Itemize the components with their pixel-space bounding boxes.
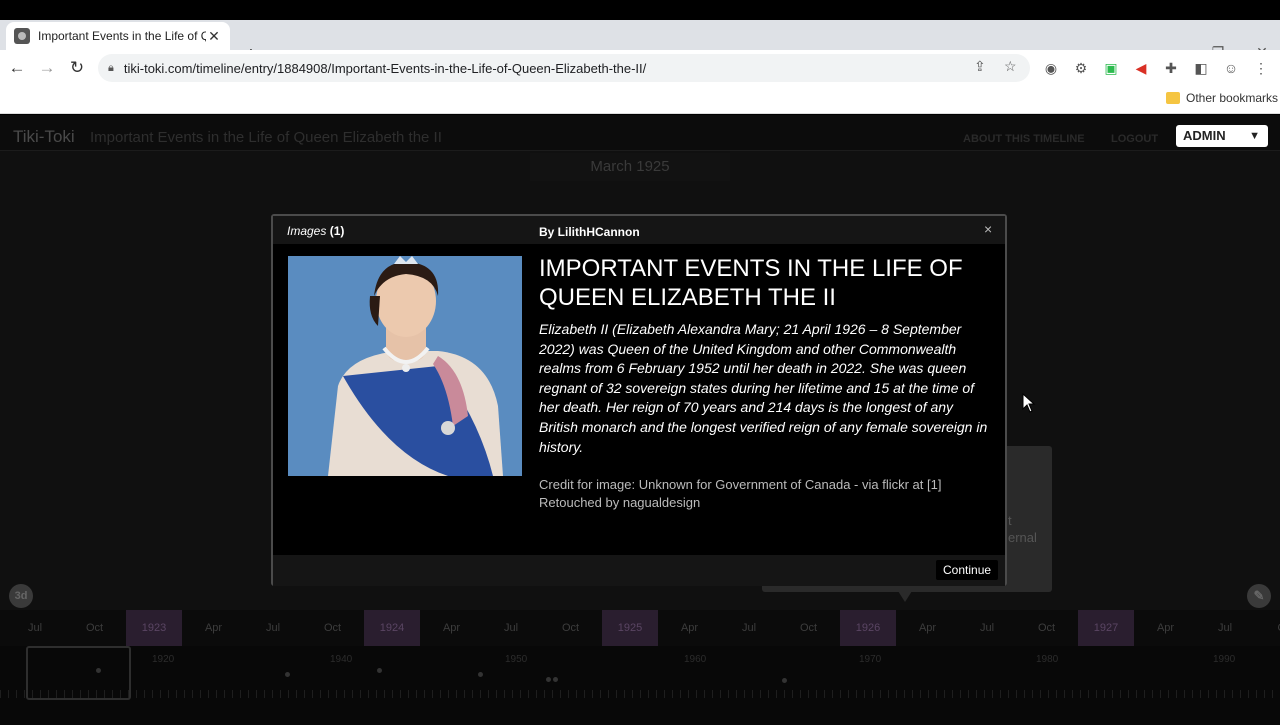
timeline-year-tick[interactable]: 1923 (126, 610, 182, 646)
images-count: (1) (329, 224, 345, 238)
site-header: Tiki-Toki Important Events in the Life o… (0, 115, 1280, 151)
timeline-month-tick[interactable]: Apr (186, 610, 242, 646)
minimap-event-dot (96, 668, 101, 673)
queen-portrait-image[interactable] (288, 256, 522, 476)
other-bookmarks[interactable]: Other bookmarks (1186, 91, 1278, 105)
continue-button[interactable]: Continue (936, 560, 999, 580)
timeline-scale[interactable]: Jul Oct 1923 Apr Jul Oct 1924 Apr Jul Oct 1925 Apr J… (0, 610, 1280, 646)
timeline-month-tick[interactable]: Jul (7, 610, 63, 646)
timeline-month-tick[interactable]: Jul (483, 610, 539, 646)
minimap-year-label: 1980 (1036, 654, 1059, 665)
timeline-year-tick[interactable]: 1927 (1078, 610, 1134, 646)
credit-line: Credit for image: Unknown for Government… (539, 477, 942, 492)
timeline-month-tick[interactable]: Oct (781, 610, 837, 646)
timeline-month-tick[interactable]: Apr (900, 610, 956, 646)
timeline-year-tick[interactable]: 1926 (840, 610, 896, 646)
bookmarks-bar: Other bookmarks (0, 86, 1280, 114)
tab-bar: Important Events in the Life of Q ✕ + ⌄ … (0, 20, 1280, 66)
forward-button[interactable]: → (35, 56, 59, 80)
reload-button[interactable]: ↻ (65, 56, 89, 80)
minimap-year-label: 1990 (1213, 654, 1236, 665)
browser-tab[interactable]: Important Events in the Life of Q ✕ (6, 22, 230, 50)
url-text: tiki-toki.com/timeline/entry/1884908/Imp… (123, 60, 647, 76)
background-card-line: t (1008, 513, 1012, 528)
minimap-event-dot (553, 677, 558, 682)
timeline-month-tick[interactable]: Oct (67, 610, 123, 646)
entry-description: Elizabeth II (Elizabeth Alexandra Mary; … (539, 321, 988, 455)
entry-title: IMPORTANT EVENTS IN THE LIFE OF QUEEN EL… (539, 255, 963, 311)
puzzle-icon[interactable]: ✚ (1161, 58, 1181, 78)
timeline-month-tick[interactable]: Oct (305, 610, 361, 646)
image-credit: Credit for image: Unknown for Government… (539, 476, 989, 511)
entry-modal: Images (1) By LilithHCannon × IMPORTANT … (271, 214, 1007, 586)
minimap-event-dot (377, 668, 382, 673)
background-card-text: t ernal (1008, 512, 1037, 546)
brand-logo[interactable]: Tiki-Toki (13, 127, 75, 147)
top-strip (0, 0, 1280, 20)
share-icon[interactable]: ⇪ (974, 58, 986, 75)
minimap-year-label: 1950 (505, 654, 528, 665)
profile-avatar[interactable]: ☺ (1221, 58, 1241, 78)
extension-icon-3[interactable]: ▣ (1101, 58, 1121, 78)
timeline-month-tick[interactable]: Oct (1019, 610, 1075, 646)
images-tab[interactable]: Images (1) (287, 224, 344, 238)
minimap-event-dot (782, 678, 787, 683)
view-3d-toggle[interactable]: 3d (9, 584, 33, 608)
extension-icon-4[interactable]: ◀ (1131, 58, 1151, 78)
address-bar[interactable]: 🔒︎ tiki-toki.com/timeline/entry/1884908/… (98, 54, 1030, 82)
timeline-month-tick[interactable]: Jul (245, 610, 301, 646)
back-button[interactable]: ← (5, 56, 29, 80)
settings-wrench-icon[interactable]: ✎ (1247, 584, 1271, 608)
timeline-month-tick[interactable]: Oct (543, 610, 599, 646)
images-label: Images (287, 224, 327, 238)
author-byline: By LilithHCannon (539, 225, 640, 239)
minimap-event-dot (546, 677, 551, 682)
current-month-label: March 1925 (530, 153, 730, 181)
menu-icon[interactable]: ⋮ (1251, 58, 1271, 78)
about-link[interactable]: ABOUT THIS TIMELINE (963, 133, 1085, 145)
minimap-year-label: 1960 (684, 654, 707, 665)
timeline-month-tick[interactable]: Jul (959, 610, 1015, 646)
timeline-month-tick[interactable]: Jul (1197, 610, 1253, 646)
minimap-ticks (0, 690, 1280, 698)
tab-close-icon[interactable]: ✕ (206, 28, 222, 45)
lock-icon: 🔒︎ (108, 61, 114, 74)
tab-title: Important Events in the Life of Q (38, 29, 206, 43)
browser-toolbar: ← → ↻ 🔒︎ tiki-toki.com/timeline/entry/18… (0, 50, 1280, 86)
minimap-event-dot (285, 672, 290, 677)
folder-icon (1166, 92, 1180, 104)
retouch-line: Retouched by nagualdesign (539, 494, 701, 510)
chevron-down-icon: ▼ (1249, 130, 1260, 142)
extension-icon-2[interactable]: ⚙ (1071, 58, 1091, 78)
bookmark-star-icon[interactable]: ☆ (1004, 58, 1017, 75)
timeline-title: Important Events in the Life of Queen El… (90, 129, 442, 146)
timeline-year-tick[interactable]: 1924 (364, 610, 420, 646)
minimap-year-label: 1940 (330, 654, 353, 665)
timeline-month-tick[interactable]: Apr (424, 610, 480, 646)
modal-footer: Continue (273, 555, 1005, 586)
favicon-icon (14, 28, 30, 44)
timeline-minimap[interactable]: 1920 1940 1950 1960 1970 1980 1990 (0, 646, 1280, 725)
card-pointer (898, 591, 912, 602)
timeline-year-tick[interactable]: 1925 (602, 610, 658, 646)
side-panel-icon[interactable]: ◧ (1191, 58, 1211, 78)
close-icon[interactable]: × (984, 221, 992, 237)
timeline-month-tick[interactable]: Oc (1257, 610, 1280, 646)
logout-link[interactable]: LOGOUT (1111, 133, 1158, 145)
portrait-illustration (288, 256, 522, 476)
extension-icon-1[interactable]: ◉ (1041, 58, 1061, 78)
admin-dropdown[interactable]: ADMIN ▼ (1176, 125, 1268, 147)
admin-label: ADMIN (1183, 128, 1226, 143)
mouse-cursor-icon (1022, 393, 1036, 413)
minimap-year-label: 1970 (859, 654, 882, 665)
timeline-month-tick[interactable]: Jul (721, 610, 777, 646)
screen: Important Events in the Life of Q ✕ + ⌄ … (0, 0, 1280, 725)
minimap-year-label: 1920 (152, 654, 175, 665)
timeline-month-tick[interactable]: Apr (662, 610, 718, 646)
background-card-line: ernal (1008, 530, 1037, 545)
modal-header: Images (1) By LilithHCannon × (273, 216, 1005, 244)
minimap-event-dot (478, 672, 483, 677)
timeline-month-tick[interactable]: Apr (1138, 610, 1194, 646)
